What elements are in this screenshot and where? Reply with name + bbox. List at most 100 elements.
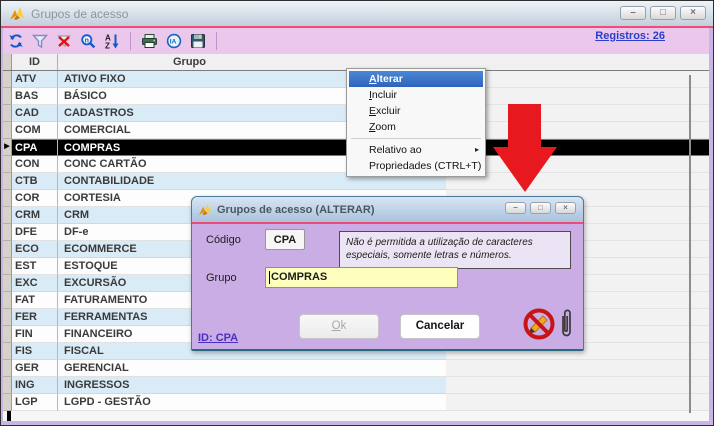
cell-id[interactable]: DFE — [12, 224, 58, 241]
cell-id[interactable]: ING — [12, 377, 58, 394]
window-controls: –□ × — [620, 6, 706, 20]
sort-icon[interactable]: AZ — [103, 33, 120, 50]
window-border-bottom — [1, 421, 713, 426]
menu-separator — [351, 138, 481, 139]
row-selector[interactable] — [3, 241, 12, 258]
vertical-scrollbar[interactable] — [689, 75, 691, 413]
print-icon[interactable] — [141, 33, 158, 50]
row-selector[interactable] — [3, 326, 12, 343]
table-row[interactable]: LGPLGPD - GESTÃO — [3, 394, 709, 411]
svg-text:IA: IA — [169, 39, 176, 46]
selector-column-header — [3, 54, 12, 70]
menu-item-alterar[interactable]: Alterar — [349, 71, 483, 87]
row-selector[interactable] — [3, 88, 12, 105]
grupo-field[interactable]: COMPRAS — [265, 267, 458, 288]
warning-message: Não é permitida a utilização de caracter… — [339, 231, 571, 269]
cell-id[interactable]: BAS — [12, 88, 58, 105]
text-cursor — [269, 271, 270, 284]
cell-id[interactable]: CPA — [12, 139, 58, 156]
row-selector[interactable] — [3, 377, 12, 394]
row-selector[interactable] — [3, 275, 12, 292]
refresh-icon[interactable] — [7, 33, 24, 50]
close-button[interactable]: × — [555, 202, 576, 214]
row-selector[interactable] — [3, 309, 12, 326]
cell-id[interactable]: EST — [12, 258, 58, 275]
cell-id[interactable]: FIS — [12, 343, 58, 360]
cell-id[interactable]: GER — [12, 360, 58, 377]
minimize-button[interactable]: – — [620, 6, 646, 20]
cell-id[interactable]: FIN — [12, 326, 58, 343]
cell-id[interactable]: CRM — [12, 207, 58, 224]
toolbar: n AZ IA Registros: 26 — [3, 28, 709, 54]
id-link[interactable]: ID: CPA — [198, 332, 238, 344]
row-selector[interactable] — [3, 207, 12, 224]
save-icon[interactable] — [189, 33, 206, 50]
close-button[interactable]: × — [680, 6, 706, 20]
ok-button[interactable]: Ok — [299, 314, 379, 339]
window-border-left — [1, 28, 3, 425]
row-filler — [446, 394, 709, 411]
table-row[interactable]: GERGERENCIAL — [3, 360, 709, 377]
attachment-icon — [559, 306, 573, 345]
selected-row-marker[interactable]: ▶ — [3, 139, 12, 156]
menu-item-incluir[interactable]: Incluir — [349, 87, 483, 103]
toolbar-separator — [216, 32, 217, 50]
row-selector[interactable] — [3, 173, 12, 190]
dialog-titlebar: Grupos de acesso (ALTERAR) –□ × — [192, 197, 583, 222]
row-selector[interactable] — [3, 105, 12, 122]
maximize-button[interactable]: □ — [650, 6, 676, 20]
window-border-right — [709, 28, 713, 425]
row-selector[interactable] — [3, 122, 12, 139]
grupo-field-value: COMPRAS — [271, 268, 327, 287]
ia-icon[interactable]: IA — [165, 33, 182, 50]
cell-id[interactable]: CON — [12, 156, 58, 173]
cell-id[interactable]: COM — [12, 122, 58, 139]
main-titlebar: Grupos de acesso –□× — [1, 1, 713, 26]
cell-id[interactable]: CAD — [12, 105, 58, 122]
context-menu: AlterarIncluirExcluirZoom Relativo ao▸Pro… — [346, 68, 486, 177]
registros-link[interactable]: Registros: 26 — [595, 30, 665, 42]
row-selector[interactable] — [3, 360, 12, 377]
zoom-search-icon[interactable]: n — [79, 33, 96, 50]
maximize-button[interactable]: □ — [530, 202, 551, 214]
main-window: Grupos de acesso –□× n AZ IA Registr — [0, 0, 714, 426]
butterfly-logo-icon — [9, 7, 25, 21]
row-selector[interactable] — [3, 292, 12, 309]
cell-id[interactable]: ECO — [12, 241, 58, 258]
table-row[interactable]: INGINGRESSOS — [3, 377, 709, 394]
dialog-title: Grupos de acesso (ALTERAR) — [217, 204, 375, 216]
cell-id[interactable]: FAT — [12, 292, 58, 309]
cell-grupo[interactable]: GERENCIAL — [58, 360, 446, 377]
cell-id[interactable]: FER — [12, 309, 58, 326]
menu-item-zoom[interactable]: Zoom — [349, 119, 483, 135]
menu-item-excluir[interactable]: Excluir — [349, 103, 483, 119]
dialog-window-controls: –□ × — [505, 202, 576, 214]
row-selector[interactable] — [3, 224, 12, 241]
row-selector[interactable] — [3, 394, 12, 411]
row-selector[interactable] — [3, 343, 12, 360]
minimize-button[interactable]: – — [505, 202, 526, 214]
grid-bottom-strip — [3, 411, 709, 421]
cell-id[interactable]: ATV — [12, 71, 58, 88]
codigo-label: Código — [206, 234, 241, 246]
cell-id[interactable]: EXC — [12, 275, 58, 292]
cell-grupo[interactable]: LGPD - GESTÃO — [58, 394, 446, 411]
row-selector[interactable] — [3, 71, 12, 88]
svg-text:Z: Z — [105, 42, 110, 50]
menu-item-relativo-ao[interactable]: Relativo ao▸ — [349, 142, 483, 158]
alter-dialog: Grupos de acesso (ALTERAR) –□ × Código CP… — [191, 196, 584, 351]
codigo-field[interactable]: CPA — [265, 229, 305, 250]
cell-id[interactable]: CTB — [12, 173, 58, 190]
cell-id[interactable]: LGP — [12, 394, 58, 411]
clear-filter-icon[interactable] — [55, 33, 72, 50]
row-selector[interactable] — [3, 258, 12, 275]
cancel-button[interactable]: Cancelar — [400, 314, 480, 339]
row-selector[interactable] — [3, 156, 12, 173]
filter-icon[interactable] — [31, 33, 48, 50]
butterfly-logo-icon — [198, 204, 212, 216]
menu-item-propriedades-ctrl-t[interactable]: Propriedades (CTRL+T) — [349, 158, 483, 174]
cell-id[interactable]: COR — [12, 190, 58, 207]
row-selector[interactable] — [3, 190, 12, 207]
cell-grupo[interactable]: INGRESSOS — [58, 377, 446, 394]
column-header-id[interactable]: ID — [12, 54, 58, 70]
